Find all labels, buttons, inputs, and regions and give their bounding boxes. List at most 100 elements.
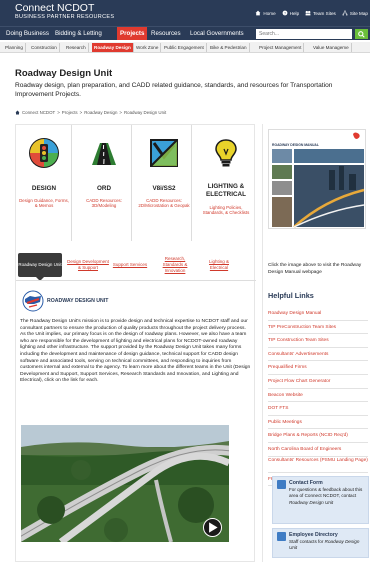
link-tip-preconstruction[interactable]: TIP PreConstruction Team Sites [268,321,368,335]
play-icon [209,522,218,533]
aerial-highway-image [21,425,229,542]
tab-support-services[interactable]: Support Services [110,253,150,277]
subnav-planning[interactable]: Planning [3,43,26,52]
sub-nav: Planning Construction Research Roadway D… [0,42,370,53]
main-content: DESIGN Design Guidance, Forms, & Memos O… [15,124,256,562]
utility-home[interactable]: Home [255,10,276,16]
sitemap-icon [342,10,348,16]
card-subtitle[interactable]: Design Guidance, Forms, & Memos [18,198,70,209]
play-button[interactable] [203,518,222,537]
utility-links: Home ? Help Team Sites Site Map [255,0,370,26]
card-title: ORD [97,185,111,192]
nav-bidding-letting[interactable]: Bidding & Letting [52,27,105,40]
unit-heading-text: ROADWAY DESIGN UNIT [47,298,109,304]
breadcrumb-roadway-design[interactable]: Roadway Design [84,110,117,115]
manual-cover-image: ROADWAY DESIGN MANUAL [269,130,365,228]
unit-description: The Roadway Design Unit's mission is to … [20,319,251,384]
search-input[interactable] [256,29,352,39]
sidebar: ROADWAY DESIGN MANUAL Click the image ab… [262,124,370,562]
top-header: Connect NCDOT BUSINESS PARTNER RESOURCES… [0,0,370,26]
breadcrumb-sep: > [79,110,83,115]
card-design[interactable]: DESIGN Design Guidance, Forms, & Memos [16,125,72,241]
breadcrumb-sep: > [57,110,60,115]
manual-image-caption: Click the image above to visit the Roadw… [268,263,362,275]
contact-form-icon [277,480,286,489]
video-player[interactable] [21,425,229,542]
employee-directory-text: Staff contacts for Roadway Design Unit [289,539,360,551]
link-beacon-website[interactable]: Beacon Website [268,389,368,403]
page-header: Roadway Design Unit Roadway design, plan… [15,68,360,99]
search-button[interactable] [355,29,368,39]
card-title: DESIGN [31,185,57,192]
brand-subtitle: BUSINESS PARTNER RESOURCES [15,13,115,20]
main-nav: Doing Business Bidding & Letting Project… [0,26,370,40]
card-subtitle[interactable]: Lighting Policies, Standards, & Checklis… [200,205,252,216]
page-title: Roadway Design Unit [15,68,113,79]
roadway-design-manual-image[interactable]: ROADWAY DESIGN MANUAL [268,129,366,229]
helpful-links-title: Helpful Links [268,291,314,300]
link-consultants-ads[interactable]: Consultants' Advertisements [268,348,368,362]
breadcrumb-sep: > [119,110,122,115]
card-ord[interactable]: ORD CADD Resources: 3D/Modeling [76,125,132,241]
category-cards: DESIGN Design Guidance, Forms, & Memos O… [16,125,256,241]
card-subtitle[interactable]: CADD Resources: 3D/Modeling [78,198,130,209]
home-icon [256,10,261,16]
breadcrumb: Connect NCDOT > Projects > Roadway Desig… [15,110,166,115]
card-subtitle[interactable]: CADD Resources: 2D/Microstation & Geopak [138,198,190,209]
home-icon[interactable] [15,110,20,115]
tab-lighting-electrical[interactable]: Lighting & Electrical [200,253,238,277]
search-icon [358,30,365,38]
brand-logo[interactable]: Connect NCDOT BUSINESS PARTNER RESOURCES [15,3,114,20]
brand-title: Connect NCDOT [15,2,95,14]
contact-form-title: Contact Form [289,480,323,486]
employee-directory-icon [277,532,286,541]
employee-directory-box[interactable]: Employee Directory Staff contacts for Ro… [272,528,369,558]
tab-design-development[interactable]: Design Development & Support [67,253,109,277]
link-prequalified-firms[interactable]: Prequalified Firms [268,361,368,375]
card-title: V8i/SS2 [152,185,176,192]
design-traffic-icon [29,138,59,168]
team-sites-icon [305,10,311,16]
tab-divider [16,280,256,281]
subnav-project-management[interactable]: Project Management [257,43,305,52]
subnav-research[interactable]: Research [64,43,89,52]
contact-form-box[interactable]: Contact Form For questions & feedback ab… [272,476,369,524]
breadcrumb-connect[interactable]: Connect NCDOT [22,110,55,115]
subnav-roadway-design[interactable]: Roadway Design [92,43,134,52]
breadcrumb-current: Roadway Design Unit [124,110,167,115]
manual-cover-caption: ROADWAY DESIGN MANUAL [272,143,319,147]
link-dot-fts[interactable]: DOT FTS [268,402,368,416]
page-subtitle: Roadway design, plan preparation, and CA… [15,82,333,98]
link-flow-chart-generator[interactable]: Project Flow Chart Generator [268,375,368,389]
link-tip-construction[interactable]: TIP Construction Team Sites [268,334,368,348]
utility-site-map[interactable]: Site Map [342,10,368,16]
subnav-work-zone[interactable]: Work Zone [134,43,162,52]
tab-roadway-design-unit[interactable]: Roadway Design Unit [18,253,62,281]
subnav-bike-pedestrian[interactable]: Bike & Pedestrian [208,43,250,52]
v8i-drafting-icon [150,139,178,167]
tab-research-standards[interactable]: Research, Standards & Innovation [154,253,196,277]
subnav-construction[interactable]: Construction [29,43,60,52]
link-public-meetings[interactable]: Public Meetings [268,416,368,430]
ncdot-logo-icon [22,290,44,312]
unit-heading: ROADWAY DESIGN UNIT [22,290,108,312]
unit-tabs: Roadway Design Unit Design Development &… [16,253,256,281]
card-v8i[interactable]: V8i/SS2 CADD Resources: 2D/Microstation … [136,125,192,241]
nav-projects[interactable]: Projects [117,27,148,40]
employee-directory-title: Employee Directory [289,532,338,538]
card-lighting[interactable]: LIGHTING & ELECTRICAL Lighting Policies,… [198,125,254,241]
nav-local-governments[interactable]: Local Governments [187,27,247,40]
subnav-public-engagement[interactable]: Public Engagement [162,43,207,52]
utility-help[interactable]: ? Help [282,10,299,16]
nav-resources[interactable]: Resources [148,27,184,40]
link-roadway-design-manual[interactable]: Roadway Design Manual [268,307,368,321]
nav-doing-business[interactable]: Doing Business [3,27,52,40]
link-consultants-resources[interactable]: Consultants' Resources (PSMU Landing Pag… [268,457,368,473]
breadcrumb-projects[interactable]: Projects [62,110,78,115]
subnav-value-management[interactable]: Value Manageme [311,43,352,52]
contact-form-link[interactable]: Roadway Design Unit [289,500,333,505]
ord-road-icon [92,143,116,165]
link-bridge-plans[interactable]: Bridge Plans & Reports (NCID Req'd) [268,429,368,443]
utility-team-sites[interactable]: Team Sites [305,10,336,16]
link-board-of-engineers[interactable]: North Carolina Board of Engineers [268,443,368,457]
